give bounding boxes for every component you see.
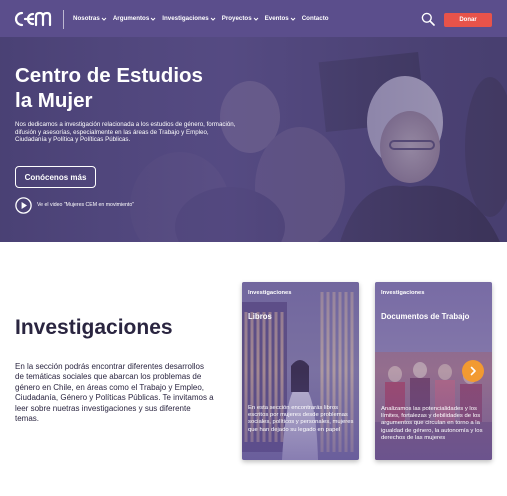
learn-more-button[interactable]: Conócenos más [15,166,96,188]
hero-title-line2: la Mujer [15,89,93,112]
logo-divider [63,10,64,29]
chevron-right-icon [470,366,476,376]
play-icon[interactable] [15,196,32,214]
card-title: Documentos de Trabajo [381,312,470,321]
hero-banner: Centro de Estudios la Mujer Nos dedicamo… [0,37,507,242]
chevron-down-icon [150,17,156,21]
nav-label: Investigaciones [162,15,209,22]
hero-title: Centro de Estudios la Mujer [15,63,255,113]
card-kicker: Investigaciones [381,290,425,296]
card-description: Analizamos las potencialidades y los lím… [381,406,483,441]
cem-logo[interactable] [14,10,56,28]
nav-label: Argumentos [112,15,150,22]
donate-button[interactable]: Donar [444,13,492,27]
video-label: Ve el video "Mujeres CEM en movimiento" [37,202,135,208]
chevron-down-icon [210,17,216,21]
nav-label: Nosotras [73,15,100,22]
site-header: Nosotras Argumentos Investigaciones Proy… [0,0,507,37]
card-description: En esta sección encontrarás libros escri… [248,405,354,433]
nav-item-contacto[interactable]: Contacto [302,15,329,22]
nav-item-eventos[interactable]: Eventos [265,15,296,22]
nav-label: Proyectos [221,15,252,22]
section-description: En la sección podrás encontrar diferente… [15,362,214,424]
nav-item-investigaciones[interactable]: Investigaciones [162,15,216,22]
chevron-down-icon [290,17,296,21]
hero-description: Nos dedicamos a investigación relacionad… [15,121,236,144]
card-title: Libros [248,312,272,321]
section-title: Investigaciones [15,316,173,339]
carousel-next-button[interactable] [462,360,484,382]
card-libros[interactable]: Investigaciones Libros En esta sección e… [242,282,359,460]
main-nav: Nosotras Argumentos Investigaciones Proy… [73,0,335,37]
nav-item-nosotras[interactable]: Nosotras [73,15,107,22]
nav-label: Eventos [264,15,289,22]
nav-item-proyectos[interactable]: Proyectos [222,15,259,22]
hero-title-line1: Centro de Estudios [15,64,203,87]
card-kicker: Investigaciones [248,290,292,296]
video-link[interactable]: Ve el video "Mujeres CEM en movimiento" [15,196,135,214]
search-icon[interactable] [421,12,435,26]
nav-label: Contacto [301,15,329,22]
chevron-down-icon [253,17,258,21]
chevron-down-icon [101,17,107,21]
nav-item-argumentos[interactable]: Argumentos [113,15,156,22]
